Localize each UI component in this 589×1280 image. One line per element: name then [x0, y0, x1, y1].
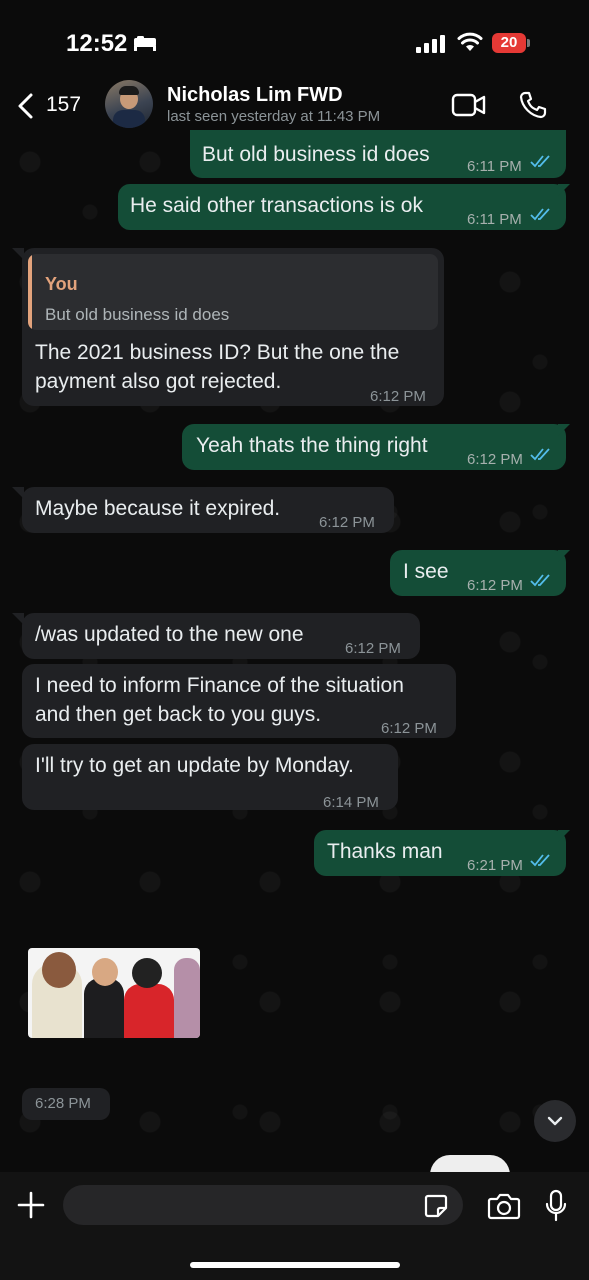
signal-icon: [416, 35, 445, 53]
message-time: 6:12 PM: [467, 577, 523, 594]
message-text: Maybe because it expired.: [35, 497, 281, 520]
back-icon[interactable]: [16, 92, 34, 120]
message-time: 6:12 PM: [467, 451, 523, 468]
message-outgoing[interactable]: I see 6:12 PM: [390, 550, 570, 596]
status-time: 12:52: [66, 30, 128, 57]
message-time: 6:12 PM: [319, 514, 375, 531]
message-time: 6:12 PM: [381, 720, 437, 737]
read-ticks-icon: [530, 574, 550, 587]
message-outgoing[interactable]: He said other transactions is ok 6:11 PM: [118, 184, 570, 230]
message-time: 6:21 PM: [467, 857, 523, 874]
message-text: Thanks man: [327, 840, 443, 863]
message-text: I'll try to get an update by Monday.: [35, 754, 354, 777]
home-indicator: [190, 1262, 400, 1268]
camera-icon[interactable]: [487, 1192, 521, 1220]
message-text-line: I need to inform Finance of the situatio…: [35, 674, 404, 697]
message-outgoing[interactable]: Thanks man 6:21 PM: [314, 830, 570, 876]
read-ticks-icon: [530, 208, 550, 221]
bed-icon: [134, 36, 156, 51]
read-ticks-icon: [530, 448, 550, 461]
unread-count[interactable]: 157: [46, 93, 81, 117]
sticker-timestamp: 6:28 PM: [22, 1088, 110, 1120]
message-text: Yeah thats the thing right: [196, 434, 428, 457]
message-incoming[interactable]: I need to inform Finance of the situatio…: [22, 664, 456, 738]
message-time: 6:12 PM: [370, 388, 426, 405]
quote-author: You: [45, 274, 78, 294]
message-outgoing[interactable]: Yeah thats the thing right 6:12 PM: [182, 424, 570, 470]
quote-text: But old business id does: [45, 305, 230, 324]
video-call-icon[interactable]: [451, 92, 487, 118]
message-text-line: and then get back to you guys.: [35, 703, 322, 726]
message-text: But old business id does: [202, 143, 430, 166]
contact-name[interactable]: Nicholas Lim FWD: [167, 84, 343, 107]
message-text: He said other transactions is ok: [130, 194, 423, 217]
phone-call-icon[interactable]: [518, 90, 548, 120]
status-bar: 12:52 20: [0, 0, 589, 80]
message-incoming[interactable]: I'll try to get an update by Monday. 6:1…: [22, 744, 398, 811]
sticker-icon[interactable]: [423, 1193, 449, 1219]
message-time: 6:12 PM: [345, 640, 401, 657]
quoted-message[interactable]: You But old business id does: [28, 254, 438, 330]
message-incoming[interactable]: /was updated to the new one 6:12 PM: [12, 613, 420, 659]
message-incoming[interactable]: Maybe because it expired. 6:12 PM: [12, 487, 394, 533]
sticker-time: 6:28 PM: [35, 1095, 91, 1112]
chevron-down-icon: [547, 1116, 563, 1126]
message-text: /was updated to the new one: [35, 623, 304, 646]
sticker-image[interactable]: [28, 948, 200, 1038]
scroll-to-bottom-button[interactable]: [534, 1100, 576, 1142]
message-incoming-reply[interactable]: You But old business id does The 2021 bu…: [12, 248, 444, 406]
contact-avatar[interactable]: [105, 80, 153, 128]
plus-icon[interactable]: [17, 1191, 45, 1219]
message-input[interactable]: [63, 1185, 463, 1225]
read-ticks-icon: [530, 854, 550, 867]
message-outgoing[interactable]: But old business id does 6:11 PM: [190, 130, 566, 178]
chat-header: 157 Nicholas Lim FWD last seen yesterday…: [0, 76, 589, 134]
message-composer: [0, 1172, 589, 1280]
message-text-line: payment also got rejected.: [35, 370, 282, 393]
mic-icon[interactable]: [544, 1189, 568, 1223]
read-ticks-icon: [530, 155, 550, 168]
battery-level: 20: [492, 33, 526, 53]
message-time: 6:11 PM: [467, 211, 522, 228]
last-seen-status: last seen yesterday at 11:43 PM: [167, 108, 381, 125]
message-text-line: The 2021 business ID? But the one the: [35, 341, 400, 364]
message-time: 6:14 PM: [323, 794, 379, 811]
wifi-icon: [457, 32, 483, 51]
battery-tip: [527, 39, 530, 47]
message-text: I see: [403, 560, 449, 583]
message-time: 6:11 PM: [467, 158, 522, 175]
